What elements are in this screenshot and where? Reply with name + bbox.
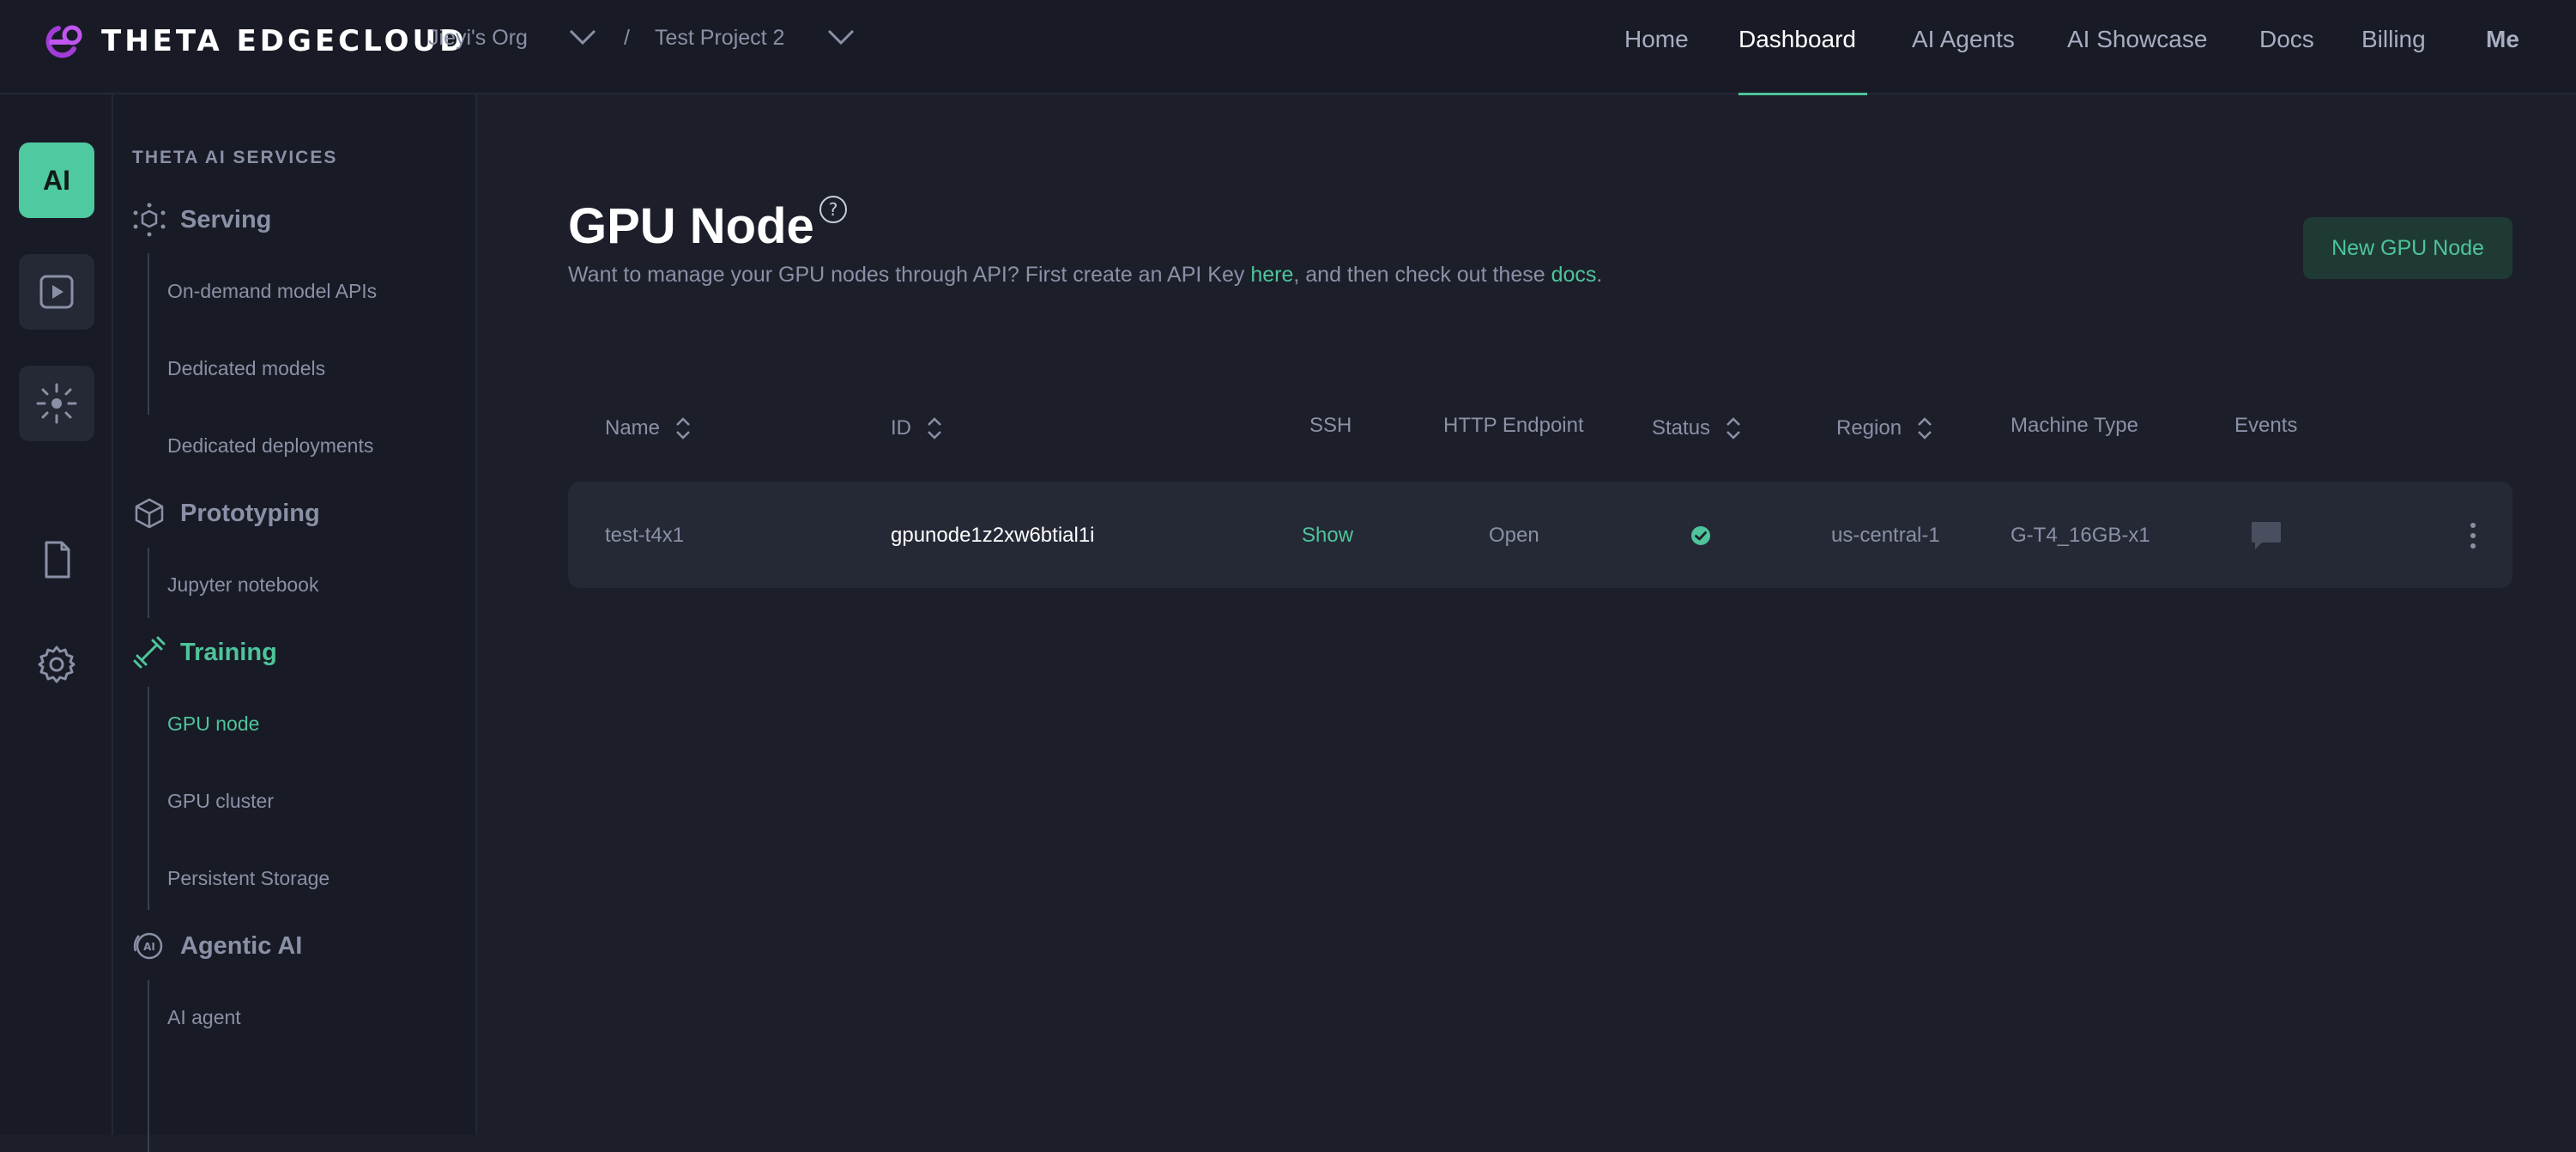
column-header-label: Status [1652,416,1711,440]
top-bar: THETA EDGECLOUD Jieyi's Org / Test Proje… [0,0,2576,95]
cube-network-icon [133,203,166,237]
page-title: GPU Node [568,198,814,254]
column-header-label: SSH [1309,414,1352,437]
cube-icon [135,498,164,529]
sidebar-group-label: Agentic AI [180,931,303,960]
status-badge [1690,503,1711,568]
brand-name: THETA EDGECLOUD [101,24,468,58]
svg-text:?: ? [829,199,838,220]
column-header-label: Name [605,416,661,440]
sidebar-group-training[interactable]: Training [132,635,277,670]
row-id: gpunode1z2xw6btial1i [891,524,1095,547]
sidebar-tree-line [148,253,149,415]
sidebar-tree-line [148,980,149,1152]
sidebar-item-jupyter-notebook[interactable]: Jupyter notebook [167,573,318,597]
ssh-show-link[interactable]: Show [1302,503,1353,568]
play-square-icon [39,275,74,309]
sidebar-tree-line [148,548,149,618]
nav-home[interactable]: Home [1624,26,1689,53]
check-circle-icon [1691,526,1710,545]
project-chevron-down-icon[interactable] [826,27,856,46]
nav-ai-agents[interactable]: AI Agents [1912,26,2015,53]
sidebar-item-dedicated-deployments[interactable]: Dedicated deployments [167,434,373,458]
project-name[interactable]: Test Project 2 [655,26,784,51]
column-header-name[interactable]: Name [605,414,692,443]
row-name[interactable]: test-t4x1 [605,503,684,568]
column-header-region[interactable]: Region [1836,414,1934,443]
events-button[interactable] [2250,503,2283,568]
sort-icon [928,417,941,440]
http-open-link[interactable]: Open [1489,503,1539,568]
gear-icon[interactable] [36,644,77,685]
sidebar-group-prototyping[interactable]: Prototyping [132,496,320,531]
column-header-events: Events [2234,414,2297,438]
column-header-label: ID [891,416,911,440]
rail-video-button[interactable] [19,254,94,330]
sidebar-group-agentic-ai[interactable]: AI Agentic AI [132,929,302,963]
column-header-label: Region [1836,416,1902,440]
api-key-link[interactable]: here [1250,263,1293,287]
column-header-id[interactable]: ID [891,414,944,443]
nav-ai-showcase[interactable]: AI Showcase [2067,26,2207,53]
main-content: GPU Node ? Want to manage your GPU nodes… [477,94,2576,1135]
more-vertical-icon [2470,523,2476,549]
column-header-label: Events [2234,414,2298,437]
breadcrumb-separator: / [624,26,630,50]
theta-logo-icon [45,25,82,58]
brand-logo[interactable]: THETA EDGECLOUD [41,21,467,62]
sidebar-item-persistent-storage[interactable]: Persistent Storage [167,867,330,890]
sidebar-item-gpu-node[interactable]: GPU node [167,712,259,736]
nav-me[interactable]: Me [2486,26,2519,53]
sidebar-item-on-demand-model-apis[interactable]: On-demand model APIs [167,280,377,303]
column-header-ssh: SSH [1309,414,1351,438]
sort-icon [1918,417,1932,440]
row-region: us-central-1 [1831,524,1940,547]
column-header-label: Machine Type [2011,414,2138,437]
subtitle-text: Want to manage your GPU nodes through AP… [568,263,1251,287]
rail-ai-button[interactable]: AI [19,142,94,218]
sidebar-group-label: Serving [180,205,272,233]
docs-link[interactable]: docs [1551,263,1597,287]
table-row[interactable] [568,482,2513,588]
chat-bubble-icon [2252,522,2281,549]
sidebar-item-ai-agent[interactable]: AI agent [167,1006,241,1029]
sidebar-section-title: THETA AI SERVICES [132,148,338,167]
sidebar-item-gpu-cluster[interactable]: GPU cluster [167,790,274,813]
nav-docs[interactable]: Docs [2259,26,2314,53]
org-name[interactable]: Jieyi's Org [428,26,528,51]
dumbbell-icon [133,636,166,669]
document-icon[interactable] [36,539,77,580]
column-header-http-endpoint: HTTP Endpoint [1443,414,1584,438]
rail-spark-button[interactable] [19,366,94,441]
sidebar-item-dedicated-models[interactable]: Dedicated models [167,357,325,380]
row-machine-type: G-T4_16GB-x1 [2011,524,2150,547]
org-chevron-down-icon[interactable] [568,27,597,46]
rail-ai-label: AI [43,164,70,196]
sidebar-tree-line [148,687,149,910]
ai-cloud-icon: AI [133,932,163,960]
nav-billing[interactable]: Billing [2361,26,2426,53]
sidebar-group-label: Prototyping [180,499,320,527]
row-more-button[interactable] [2468,503,2478,568]
icon-rail: AI [0,94,113,1135]
help-icon[interactable]: ? [819,195,848,224]
column-header-status[interactable]: Status [1652,414,1743,443]
column-header-machine-type: Machine Type [2011,414,2138,438]
subtitle-text: . [1596,263,1603,287]
sidebar-group-label: Training [180,638,277,666]
sidebar: THETA AI SERVICES Serving On-demand mode… [113,94,477,1152]
column-header-label: HTTP Endpoint [1443,414,1584,437]
page-subtitle: Want to manage your GPU nodes through AP… [568,263,1602,288]
sidebar-group-serving[interactable]: Serving [132,203,271,237]
nav-dashboard[interactable]: Dashboard [1738,26,1856,53]
new-gpu-node-button[interactable]: New GPU Node [2303,217,2513,279]
sort-icon [1726,417,1740,440]
spark-icon [36,383,77,424]
subtitle-text: , and then check out these [1293,263,1551,287]
sort-icon [676,417,690,440]
svg-text:AI: AI [143,941,155,953]
